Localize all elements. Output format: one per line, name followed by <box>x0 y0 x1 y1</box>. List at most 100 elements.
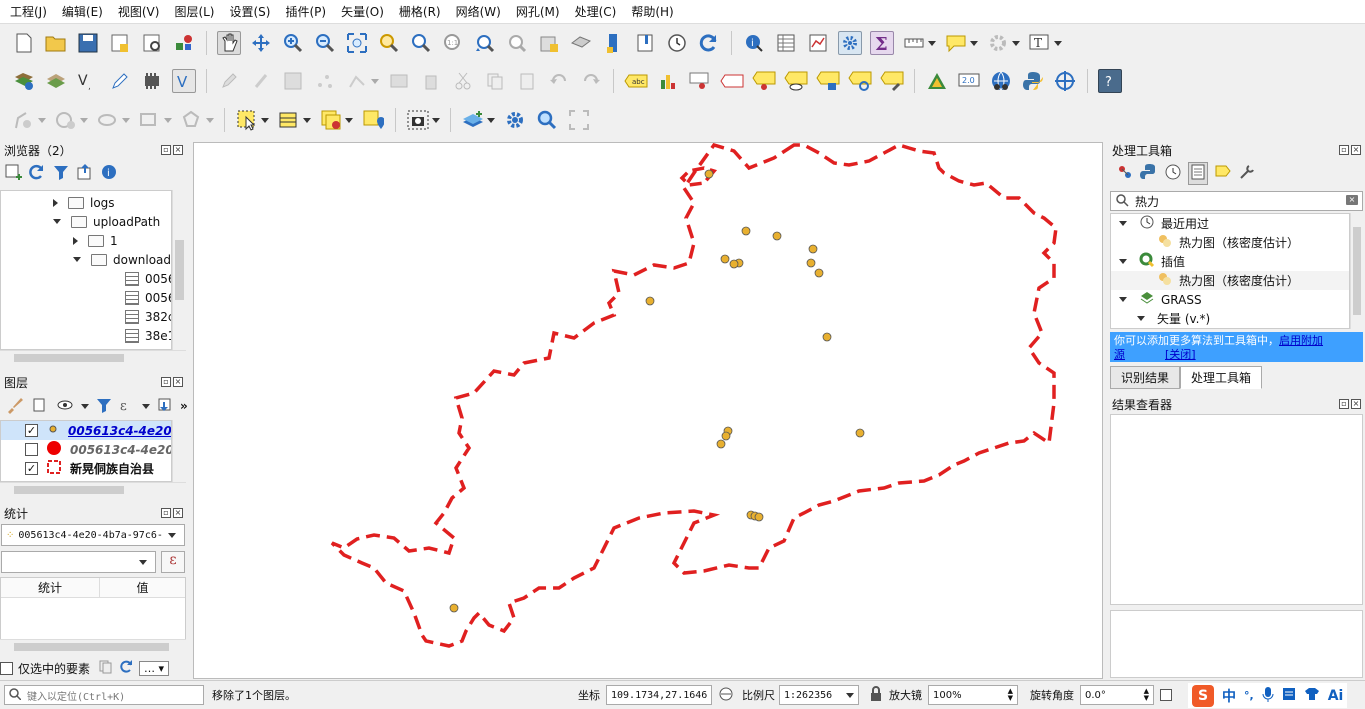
toolbox-item[interactable]: 最近用过 <box>1111 214 1349 233</box>
close-panel-icon[interactable]: × <box>173 377 183 387</box>
zoom-in-icon[interactable] <box>281 31 305 55</box>
settings-gear-icon[interactable] <box>503 108 527 132</box>
enable-providers-link-2[interactable]: 源 <box>1114 348 1125 361</box>
pin-labels-icon[interactable] <box>688 69 712 93</box>
history-icon[interactable] <box>1164 163 1182 184</box>
expand-arrow-icon[interactable] <box>1119 297 1127 302</box>
browser-vscroll[interactable] <box>172 190 186 350</box>
refresh-browser-icon[interactable] <box>28 163 46 184</box>
locator-input[interactable]: 键入以定位(Ctrl+K) <box>4 685 204 705</box>
zoom-next-icon[interactable] <box>505 31 529 55</box>
select-by-location-icon[interactable] <box>361 108 385 132</box>
menu-item[interactable]: 插件(P) <box>281 3 330 20</box>
processing-toolbox-icon[interactable] <box>838 31 862 55</box>
filter-expression-icon[interactable]: ε <box>119 397 135 416</box>
menu-item[interactable]: 图层(L) <box>170 3 218 20</box>
add-line-feature-icon[interactable] <box>12 108 36 132</box>
scale-combo[interactable]: 1:262356 <box>779 685 859 705</box>
save-map-image-icon[interactable] <box>406 108 430 132</box>
highlight-pinned-icon[interactable] <box>720 69 744 93</box>
virtual-layer-icon[interactable]: V <box>172 69 196 93</box>
keyboard-icon[interactable] <box>1282 687 1296 704</box>
rotation-spinbox[interactable]: 0.0° ▲ ▼ <box>1080 685 1154 705</box>
map-canvas[interactable] <box>193 142 1103 679</box>
new-print-layout-icon[interactable] <box>108 31 132 55</box>
cut-features-icon[interactable] <box>451 69 475 93</box>
add-ellipse-icon[interactable] <box>96 108 120 132</box>
select-features-icon[interactable] <box>235 108 259 132</box>
stats-col-stat[interactable]: 统计 <box>1 578 100 597</box>
browser-item[interactable]: 382c <box>1 307 171 326</box>
label-toolbar-icon[interactable]: abc <box>624 69 648 93</box>
menu-item[interactable]: 设置(S) <box>226 3 275 20</box>
expand-arrow-icon[interactable] <box>1119 221 1127 226</box>
menu-item[interactable]: 编辑(E) <box>58 3 107 20</box>
text-annotation-icon[interactable]: T <box>1028 31 1052 55</box>
style-brush-icon[interactable] <box>6 396 24 417</box>
full-extent-icon[interactable] <box>567 108 591 132</box>
browser-item[interactable]: 0056 <box>1 288 171 307</box>
gps-device-icon[interactable] <box>140 69 164 93</box>
menu-item[interactable]: 网孔(M) <box>512 3 564 20</box>
open-project-icon[interactable] <box>44 31 68 55</box>
ai-icon[interactable]: Ai <box>1328 688 1344 704</box>
bookmark-book-icon[interactable] <box>633 31 657 55</box>
close-panel-icon[interactable]: × <box>1351 145 1361 155</box>
menu-item[interactable]: 工程(J) <box>6 3 51 20</box>
undo-icon[interactable] <box>547 69 571 93</box>
python-scripts-icon[interactable] <box>1140 163 1158 184</box>
expand-arrow-icon[interactable] <box>73 236 78 245</box>
quickosm-target-icon[interactable] <box>1053 69 1077 93</box>
panel-tab[interactable]: 处理工具箱 <box>1180 366 1263 389</box>
field-calculator-icon[interactable] <box>806 31 830 55</box>
globe-plugin-icon[interactable] <box>989 69 1013 93</box>
preview-labels-icon[interactable] <box>784 69 808 93</box>
show-hide-labels-icon[interactable] <box>752 69 776 93</box>
pan-hand-icon[interactable] <box>217 31 241 55</box>
enable-providers-link[interactable]: 启用附加 <box>1279 334 1323 347</box>
menu-item[interactable]: 栅格(R) <box>395 3 445 20</box>
float-panel-icon[interactable]: ▫ <box>161 377 171 387</box>
toolbox-item[interactable]: 热力图（核密度估计） <box>1111 271 1349 290</box>
zoom-full-icon[interactable] <box>345 31 369 55</box>
clock-icon[interactable] <box>665 31 689 55</box>
attribute-table-icon[interactable] <box>774 31 798 55</box>
stats-col-value[interactable]: 值 <box>100 578 185 597</box>
copy-icon[interactable] <box>99 660 113 677</box>
menu-item[interactable]: 网络(W) <box>452 3 505 20</box>
expand-arrow-icon[interactable] <box>1119 259 1127 264</box>
layout-manager-icon[interactable] <box>140 31 164 55</box>
ime-language[interactable]: 中 <box>1222 686 1236 706</box>
close-panel-icon[interactable]: × <box>173 508 183 518</box>
menu-item[interactable]: 视图(V) <box>114 3 164 20</box>
float-panel-icon[interactable]: ▫ <box>161 508 171 518</box>
add-layer-icon[interactable] <box>4 163 22 184</box>
add-point-icon[interactable] <box>313 69 337 93</box>
select-by-value-icon[interactable] <box>277 108 301 132</box>
annotation-icon[interactable] <box>944 31 968 55</box>
redo-icon[interactable] <box>579 69 603 93</box>
punctuation-icon[interactable]: °, <box>1244 689 1254 702</box>
georeferencer-icon[interactable] <box>925 69 949 93</box>
sogou-ime-icon[interactable]: S <box>1192 684 1214 707</box>
stats-layer-select[interactable]: ⁘ 005613c4-4e20-4b7a-97c6- <box>1 524 185 546</box>
zoom-out-icon[interactable] <box>313 31 337 55</box>
add-raster-layer-icon[interactable] <box>44 69 68 93</box>
lock-scale-icon[interactable] <box>869 685 883 705</box>
microphone-icon[interactable] <box>1262 686 1274 705</box>
menu-item[interactable]: 帮助(H) <box>627 3 677 20</box>
save-project-icon[interactable] <box>76 31 100 55</box>
toolbox-item[interactable]: GRASS <box>1111 290 1349 309</box>
expand-arrow-icon[interactable] <box>53 198 58 207</box>
filter-legend-icon[interactable] <box>96 397 112 416</box>
vertex-tool-icon[interactable] <box>345 69 369 93</box>
edit-pencil-disabled-icon[interactable] <box>217 69 241 93</box>
selected-only-checkbox[interactable] <box>0 661 13 675</box>
browser-item[interactable]: 1 <box>1 231 171 250</box>
close-notice-link[interactable]: [关闭] <box>1165 348 1196 361</box>
visibility-eye-icon[interactable] <box>56 396 74 417</box>
models-icon[interactable] <box>1116 163 1134 184</box>
toolbox-vscroll[interactable] <box>1350 213 1363 329</box>
stats-hscroll[interactable] <box>0 639 186 653</box>
add-vector-layer-icon[interactable] <box>12 69 36 93</box>
